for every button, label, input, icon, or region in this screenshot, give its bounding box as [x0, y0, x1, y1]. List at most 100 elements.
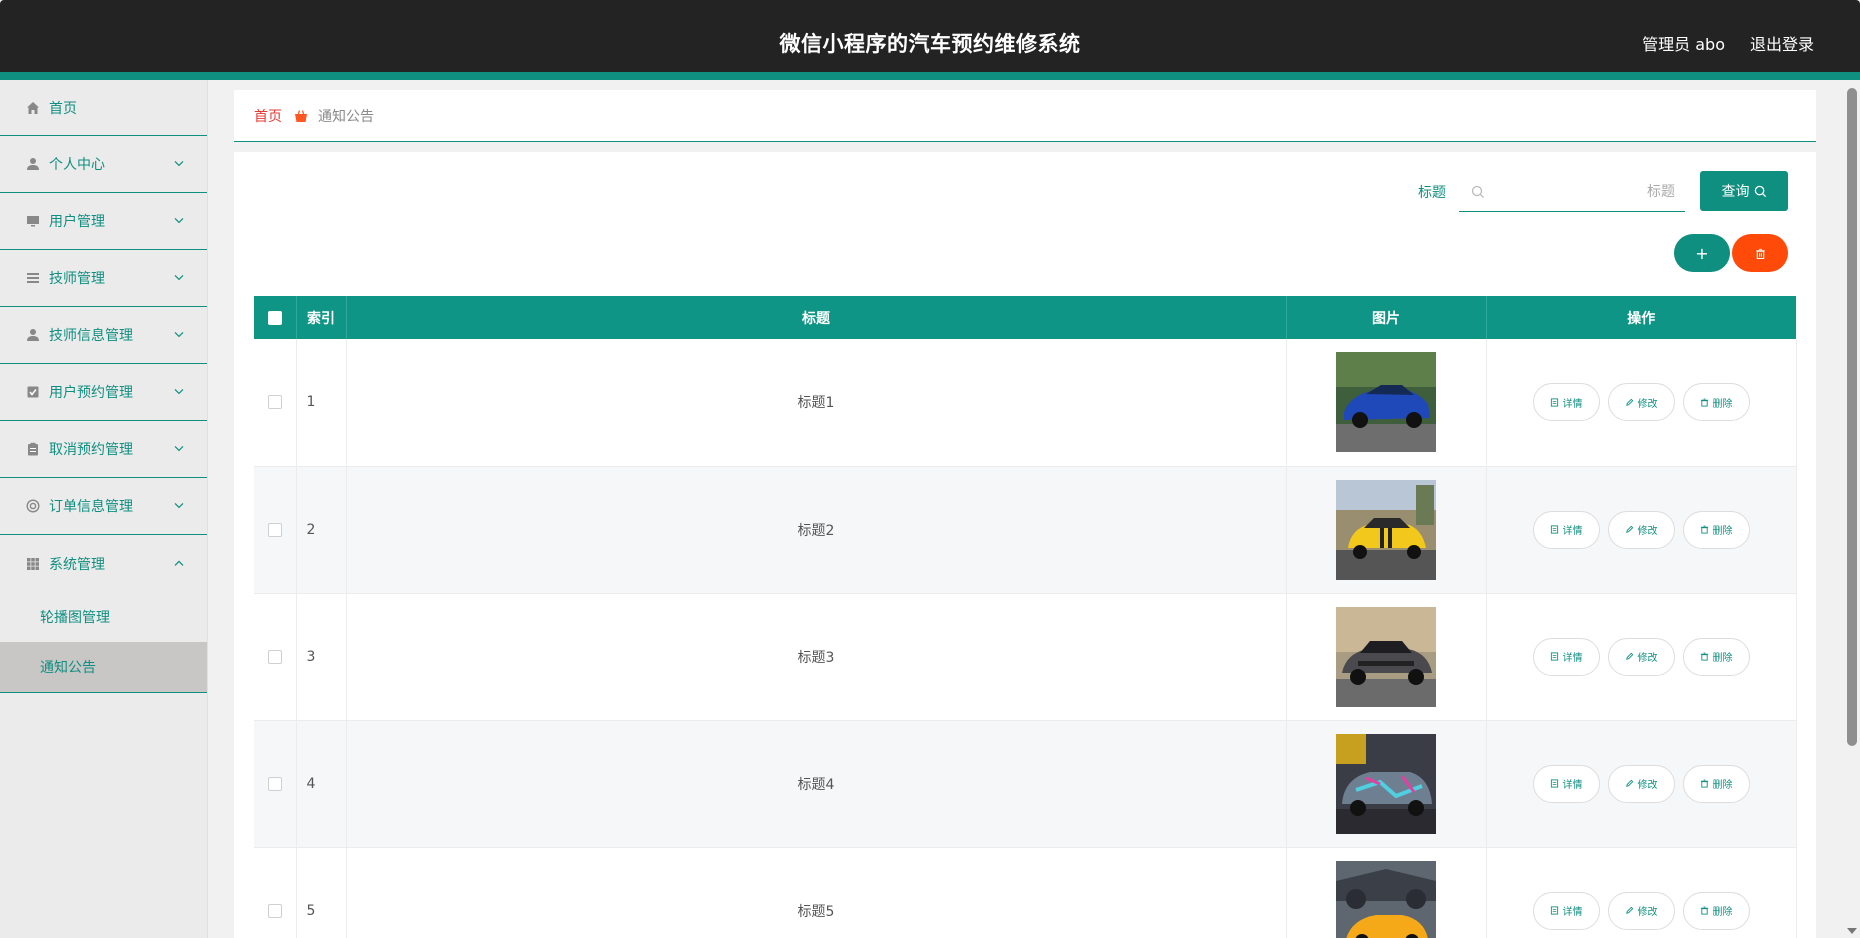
car-thumbnail: [1336, 606, 1436, 707]
sidebar-item-label: 用户预约管理: [49, 385, 133, 401]
document-icon: [1550, 779, 1558, 788]
query-button[interactable]: 查询: [1700, 171, 1788, 211]
submenu-item-notice[interactable]: 通知公告: [0, 642, 207, 692]
delete-label: 删除: [1712, 398, 1733, 410]
column-header: 标题: [346, 296, 1287, 339]
chevron-down-icon: [174, 502, 184, 509]
sidebar-item-technician-management[interactable]: 技师管理: [0, 250, 207, 307]
sidebar-item-label: 用户管理: [49, 214, 105, 230]
edit-label: 修改: [1637, 398, 1658, 410]
search-input[interactable]: [1489, 178, 1675, 206]
edit-button[interactable]: 修改: [1607, 891, 1675, 930]
delete-button[interactable]: 删除: [1682, 764, 1750, 803]
detail-button[interactable]: 详情: [1532, 383, 1600, 422]
car-thumbnail: [1336, 352, 1436, 453]
edit-button[interactable]: 修改: [1607, 510, 1675, 549]
sidebar-item-cancel-reservation-management[interactable]: 取消预约管理: [0, 421, 207, 478]
detail-button[interactable]: 详情: [1532, 510, 1600, 549]
row-index: 1: [296, 339, 347, 467]
row-image-cell: [1286, 466, 1487, 594]
scroll-down-arrow[interactable]: [1847, 928, 1857, 934]
table-header-row: 索引 标题 图片 操作: [254, 296, 1796, 339]
sidebar-item-order-info-management[interactable]: 订单信息管理: [0, 478, 207, 535]
row-actions: 详情 修改 删除: [1486, 847, 1797, 938]
breadcrumb-current: 通知公告: [318, 108, 374, 125]
chevron-up-icon: [174, 560, 184, 566]
batch-delete-button[interactable]: [1732, 234, 1788, 272]
submenu-item-carousel-management[interactable]: 轮播图管理: [0, 592, 207, 642]
user-info: 管理员 abo: [1642, 35, 1725, 54]
app-title: 微信小程序的汽车预约维修系统: [779, 32, 1081, 56]
row-actions: 详情 修改 删除: [1486, 466, 1797, 594]
search-field: [1459, 172, 1685, 212]
chevron-down-icon: [174, 388, 184, 395]
scrollbar-thumb[interactable]: [1847, 88, 1857, 746]
top-bar: 微信小程序的汽车预约维修系统 管理员 abo 退出登录: [0, 0, 1860, 80]
row-checkbox[interactable]: [267, 395, 282, 410]
delete-button[interactable]: 删除: [1682, 637, 1750, 676]
trash-icon: [1755, 248, 1765, 259]
trash-icon: [1700, 398, 1708, 407]
car-thumbnail: [1336, 733, 1436, 834]
edit-button[interactable]: 修改: [1607, 764, 1675, 803]
delete-label: 删除: [1712, 907, 1733, 918]
breadcrumb-home[interactable]: 首页: [254, 106, 282, 126]
row-title: 标题2: [346, 466, 1287, 594]
detail-label: 详情: [1562, 653, 1583, 664]
row-checkbox[interactable]: [267, 903, 282, 918]
row-select-cell: [254, 847, 297, 938]
basket-icon: [294, 109, 308, 123]
sidebar-item-label: 技师管理: [49, 271, 105, 287]
sidebar-item-home[interactable]: 首页: [0, 80, 207, 136]
select-all-checkbox[interactable]: [267, 310, 282, 325]
chevron-down-icon: [174, 445, 184, 452]
trash-icon: [1700, 779, 1708, 788]
add-button[interactable]: +: [1674, 234, 1730, 272]
row-checkbox[interactable]: [267, 649, 282, 664]
table-row: 3 标题3 详情 修改 删除: [254, 593, 1797, 721]
row-checkbox[interactable]: [267, 522, 282, 537]
trash-icon: [1700, 525, 1708, 534]
detail-button[interactable]: 详情: [1532, 637, 1600, 676]
delete-button[interactable]: 删除: [1682, 383, 1750, 422]
column-header: 图片: [1286, 296, 1487, 339]
edit-button[interactable]: 修改: [1607, 383, 1675, 422]
delete-label: 删除: [1712, 780, 1733, 791]
detail-button[interactable]: 详情: [1532, 891, 1600, 930]
row-image-cell: [1286, 593, 1487, 721]
page-scrollbar[interactable]: [1844, 80, 1860, 938]
edit-label: 修改: [1637, 907, 1658, 918]
header-accent-bar: [0, 72, 1860, 80]
document-icon: [1550, 652, 1558, 661]
row-index: 2: [296, 466, 347, 594]
edit-label: 修改: [1637, 780, 1658, 791]
sidebar-item-user-reservation-management[interactable]: 用户预约管理: [0, 364, 207, 421]
chevron-down-icon: [174, 274, 184, 281]
row-checkbox[interactable]: [267, 776, 282, 791]
sidebar-item-user-management[interactable]: 用户管理: [0, 193, 207, 250]
logout-button[interactable]: 退出登录: [1750, 31, 1814, 55]
delete-button[interactable]: 删除: [1682, 891, 1750, 930]
edit-button[interactable]: 修改: [1607, 637, 1675, 676]
delete-button[interactable]: 删除: [1682, 510, 1750, 549]
row-actions: 详情 修改 删除: [1486, 339, 1797, 467]
home-icon: [25, 100, 41, 116]
sidebar-item-technician-info-management[interactable]: 技师信息管理: [0, 307, 207, 364]
table-row: 2 标题2 详情 修改 删除: [254, 466, 1797, 594]
delete-label: 删除: [1712, 526, 1733, 537]
table-row: 1 标题1 详情 修改 删除: [254, 339, 1797, 467]
sidebar-item-system-management[interactable]: 系统管理: [0, 535, 207, 592]
edit-label: 修改: [1637, 526, 1658, 537]
search-icon: [1754, 185, 1766, 197]
detail-button[interactable]: 详情: [1532, 764, 1600, 803]
column-header: 操作: [1486, 296, 1796, 339]
row-title: 标题1: [346, 339, 1287, 467]
chevron-down-icon: [174, 331, 184, 338]
row-index: 3: [296, 593, 347, 721]
document-icon: [1550, 906, 1558, 915]
main-content: 标题 查询 + 索引 标题 图片 操作: [234, 152, 1816, 938]
row-actions: 详情 修改 删除: [1486, 720, 1797, 848]
document-icon: [1550, 525, 1558, 534]
sidebar-item-personal-center[interactable]: 个人中心: [0, 136, 207, 193]
sidebar-item-label: 技师信息管理: [49, 328, 133, 344]
